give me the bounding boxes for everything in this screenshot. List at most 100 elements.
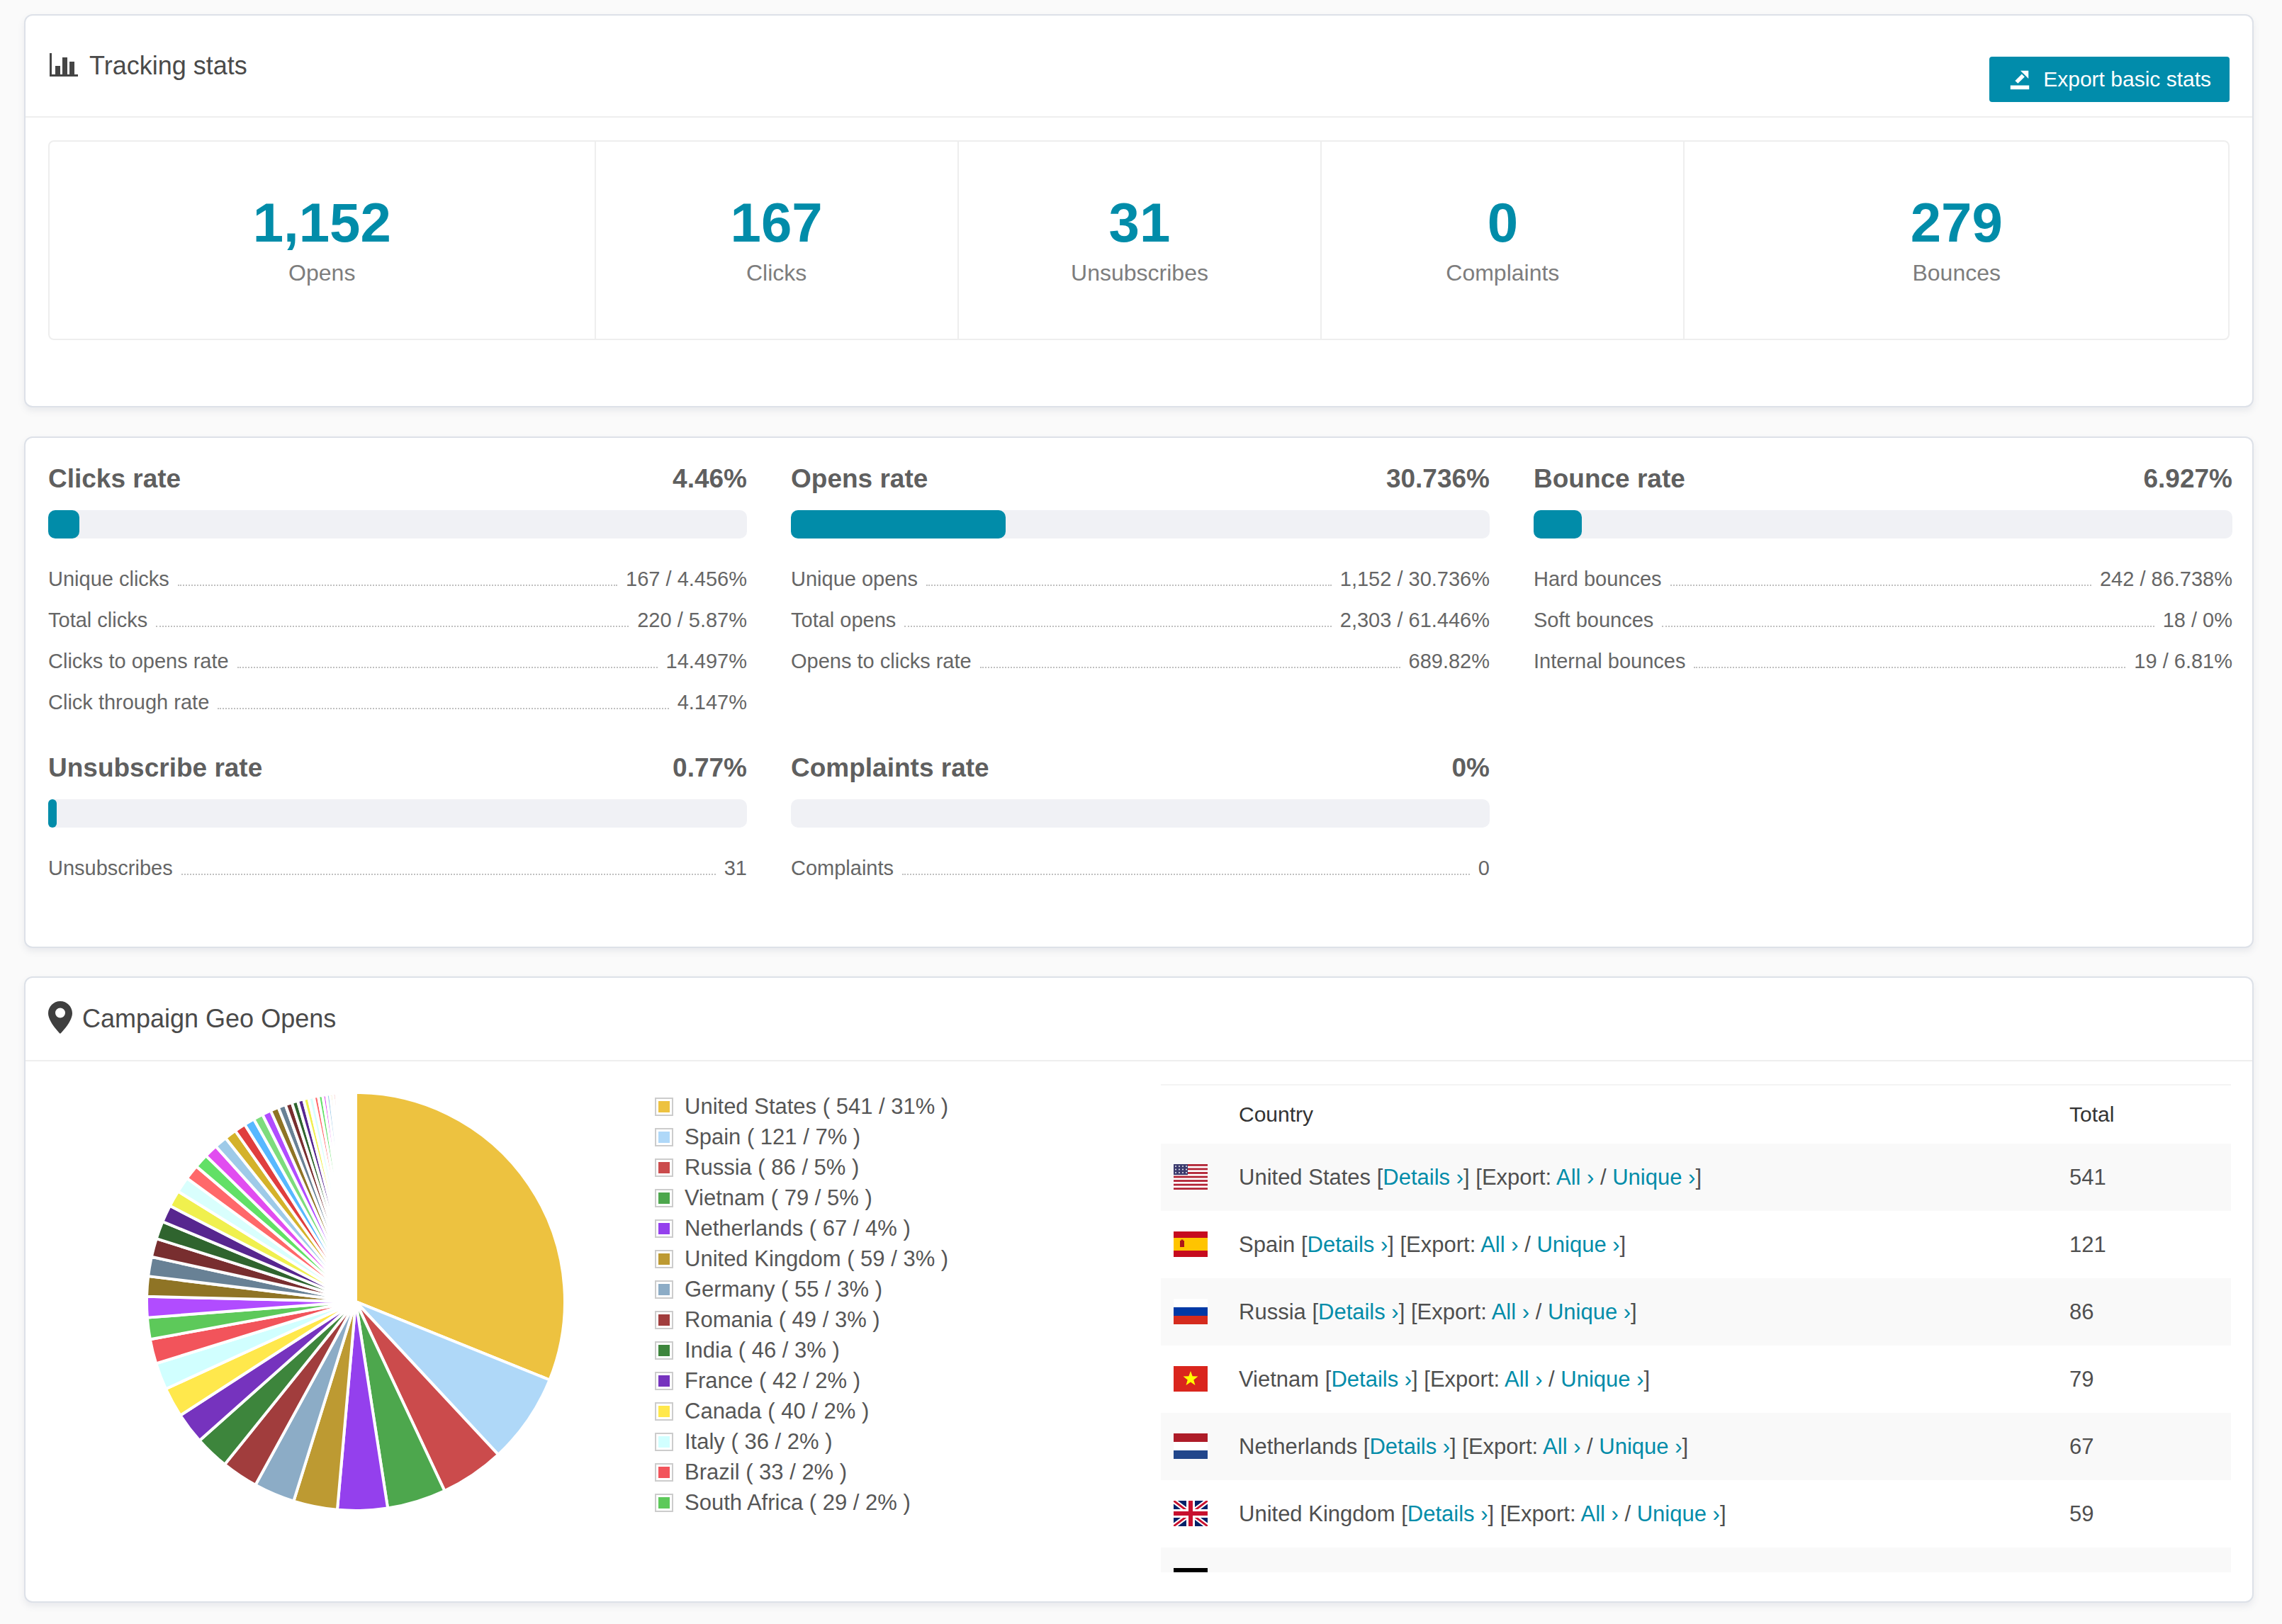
- dotted-leader: [178, 585, 617, 586]
- export-unique-link[interactable]: Unique ›: [1599, 1434, 1682, 1459]
- row-label: Soft bounces: [1534, 609, 1653, 632]
- row-label: Clicks to opens rate: [48, 650, 229, 673]
- row-label: Unique opens: [791, 568, 918, 591]
- geo-row-total: 541: [2069, 1165, 2231, 1190]
- geo-row-country-cell: Germany [Details ›] [Export: All › / Uni…: [1161, 1569, 2069, 1573]
- bracket: [: [1312, 1299, 1318, 1324]
- slash: /: [1519, 1232, 1537, 1257]
- country-name: United States: [1239, 1165, 1377, 1190]
- geo-opens-pie-chart: [136, 1082, 575, 1521]
- unsubscribe-rate-progress-fill: [48, 799, 57, 828]
- country-name: Germany: [1239, 1569, 1335, 1573]
- row-value: 4.147%: [678, 691, 747, 714]
- export-unique-link[interactable]: Unique ›: [1536, 1232, 1619, 1257]
- geo-row-country-cell: Vietnam [Details ›] [Export: All › / Uni…: [1161, 1367, 2069, 1392]
- stat-unsubscribes-value: 31: [1109, 195, 1171, 250]
- stat-clicks-value: 167: [731, 195, 823, 250]
- bracket: ]: [1682, 1434, 1688, 1459]
- export-icon: [2008, 67, 2032, 91]
- stat-unsubscribes-label: Unsubscribes: [1071, 260, 1208, 286]
- dotted-leader: [1662, 626, 2154, 627]
- legend-label: France ( 42 / 2% ): [685, 1368, 860, 1394]
- geo-row-total: 79: [2069, 1367, 2231, 1392]
- bracket: ]: [1654, 1569, 1660, 1573]
- dotted-leader: [218, 708, 668, 709]
- opens-rate-row: Unique opens1,152 / 30.736%: [791, 558, 1490, 599]
- bracket: [: [1301, 1232, 1308, 1257]
- geo-row-country-cell: Russia [Details ›] [Export: All › / Uniq…: [1161, 1299, 2069, 1325]
- export-all-link[interactable]: All ›: [1514, 1569, 1552, 1573]
- geo-row-country-cell: United States [Details ›] [Export: All ›…: [1161, 1165, 2069, 1190]
- stat-clicks: 167 Clicks: [595, 142, 957, 339]
- tracking-stats-header: Tracking stats Export basic stats: [26, 16, 2252, 118]
- legend-swatch: [655, 1494, 673, 1512]
- export-basic-stats-button[interactable]: Export basic stats: [1989, 57, 2230, 102]
- clicks-rate-progress-fill: [48, 510, 79, 538]
- dotted-leader: [237, 667, 658, 668]
- slash: /: [1580, 1434, 1599, 1459]
- export-all-link[interactable]: All ›: [1543, 1434, 1580, 1459]
- flag-gb: [1174, 1501, 1208, 1526]
- export-unique-link[interactable]: Unique ›: [1571, 1569, 1654, 1573]
- stat-bounces: 279Bounces: [1683, 142, 2228, 339]
- export-all-link[interactable]: All ›: [1480, 1232, 1518, 1257]
- geo-row-total: 59: [2069, 1501, 2231, 1527]
- legend-label: Germany ( 55 / 3% ): [685, 1277, 882, 1302]
- geo-table-row-netherlands: Netherlands [Details ›] [Export: All › /…: [1161, 1413, 2231, 1480]
- details-link[interactable]: Details ›: [1342, 1569, 1422, 1573]
- export-unique-link[interactable]: Unique ›: [1548, 1299, 1631, 1324]
- country-name: Spain: [1239, 1232, 1301, 1257]
- bounce-rate-value: 6.927%: [2144, 463, 2233, 495]
- legend-swatch: [655, 1433, 673, 1451]
- export-unique-link[interactable]: Unique ›: [1612, 1165, 1695, 1190]
- row-label: Total opens: [791, 609, 896, 632]
- row-label: Opens to clicks rate: [791, 650, 972, 673]
- details-link[interactable]: Details ›: [1407, 1501, 1488, 1526]
- row-label: Unsubscribes: [48, 857, 173, 880]
- complaints-rate-progress-bar: [791, 799, 1490, 828]
- bounce-rate-row: Internal bounces19 / 6.81%: [1534, 641, 2232, 682]
- flag-nl: [1174, 1433, 1208, 1459]
- flag-vn: [1174, 1366, 1208, 1392]
- unsubscribe-rate-progress-bar: [48, 799, 747, 828]
- slash: /: [1529, 1299, 1548, 1324]
- stat-clicks-label: Clicks: [746, 260, 806, 286]
- legend-label: Romania ( 49 / 3% ): [685, 1307, 880, 1333]
- export-all-link[interactable]: All ›: [1505, 1367, 1542, 1392]
- dotted-leader: [904, 626, 1331, 627]
- details-link[interactable]: Details ›: [1331, 1367, 1412, 1392]
- legend-item-italy: Italy ( 36 / 2% ): [655, 1426, 948, 1457]
- bar-chart-icon: [48, 50, 79, 81]
- export-all-link[interactable]: All ›: [1580, 1501, 1618, 1526]
- map-pin-icon: [48, 1001, 72, 1037]
- legend-item-germany: Germany ( 55 / 3% ): [655, 1274, 948, 1304]
- stat-opens-value: 1,152: [253, 195, 391, 250]
- details-link[interactable]: Details ›: [1308, 1232, 1388, 1257]
- clicks-rate-value: 4.46%: [673, 463, 747, 495]
- bounce-rate-title: Bounce rate: [1534, 463, 1685, 495]
- pie-slice-other-59: [355, 1093, 356, 1302]
- opens-rate-progress-fill: [791, 510, 1006, 538]
- row-label: Click through rate: [48, 691, 209, 714]
- tracking-stats-title: Tracking stats: [89, 51, 247, 81]
- export-unique-link[interactable]: Unique ›: [1637, 1501, 1720, 1526]
- export-label: ] [Export:: [1412, 1367, 1505, 1392]
- legend-label: Vietnam ( 79 / 5% ): [685, 1185, 872, 1211]
- legend-item-south-africa: South Africa ( 29 / 2% ): [655, 1487, 948, 1518]
- geo-content: United States ( 541 / 31% )Spain ( 121 /…: [26, 1063, 2252, 1601]
- export-label: ] [Export:: [1488, 1501, 1581, 1526]
- country-name: Netherlands: [1239, 1434, 1364, 1459]
- dotted-leader: [902, 874, 1470, 875]
- row-label: Hard bounces: [1534, 568, 1662, 591]
- details-link[interactable]: Details ›: [1369, 1434, 1450, 1459]
- opens-rate-progress-bar: [791, 510, 1490, 538]
- export-all-link[interactable]: All ›: [1492, 1299, 1529, 1324]
- export-unique-link[interactable]: Unique ›: [1561, 1367, 1643, 1392]
- details-link[interactable]: Details ›: [1318, 1299, 1399, 1324]
- details-link[interactable]: Details ›: [1383, 1165, 1463, 1190]
- export-all-link[interactable]: All ›: [1556, 1165, 1594, 1190]
- country-name: Vietnam: [1239, 1367, 1325, 1392]
- opens-rate-title: Opens rate: [791, 463, 928, 495]
- legend-item-netherlands: Netherlands ( 67 / 4% ): [655, 1213, 948, 1244]
- complaints-rate-row: Complaints0: [791, 847, 1490, 889]
